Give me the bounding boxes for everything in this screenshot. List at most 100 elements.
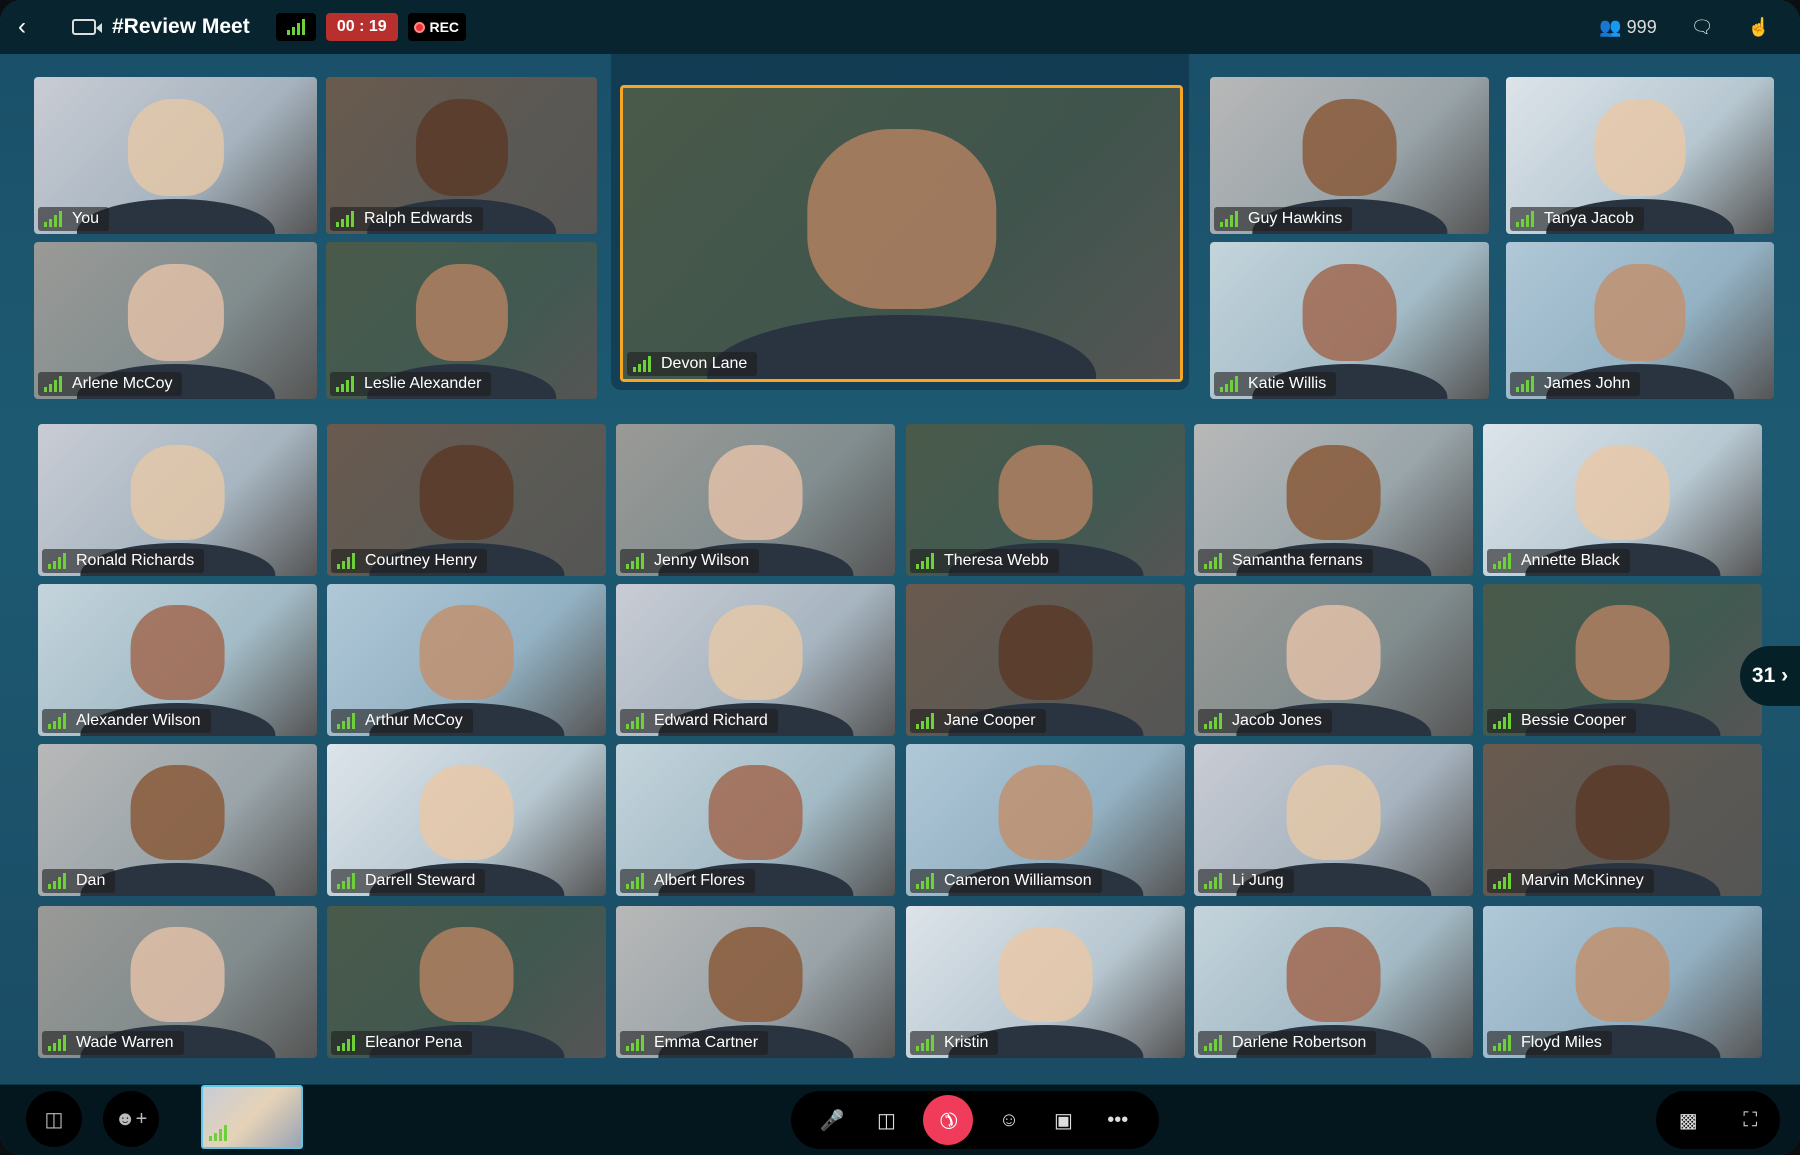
signal-icon <box>48 713 66 729</box>
add-participant-icon[interactable]: ☻+ <box>103 1091 159 1147</box>
name-label: Ralph Edwards <box>330 207 483 231</box>
participant-tile[interactable]: You <box>34 77 317 234</box>
participant-tile[interactable]: Darrell Steward <box>327 744 606 896</box>
participant-video <box>415 263 508 362</box>
participant-tile[interactable]: Floyd Miles <box>1483 906 1762 1058</box>
name-label: Darrell Steward <box>331 869 486 893</box>
participant-tile[interactable]: Katie Willis <box>1210 242 1489 399</box>
next-page-button[interactable]: 31 › <box>1740 646 1800 706</box>
participant-video <box>1286 605 1381 700</box>
screen-share-icon[interactable]: ▣ <box>1045 1108 1081 1133</box>
participant-tile[interactable]: Jenny Wilson <box>616 424 895 576</box>
back-arrow-icon[interactable]: ‹ <box>18 13 48 41</box>
signal-icon <box>1220 211 1238 227</box>
name-label: Dan <box>42 869 116 893</box>
participant-tile[interactable]: Emma Cartner <box>616 906 895 1058</box>
participant-tile[interactable]: Tanya Jacob <box>1506 77 1774 234</box>
name-label: Li Jung <box>1198 869 1294 893</box>
participant-video <box>419 445 514 540</box>
participant-tile[interactable]: Darlene Robertson <box>1194 906 1473 1058</box>
signal-icon <box>916 713 934 729</box>
raise-hand-icon[interactable]: ☝ <box>1748 17 1770 38</box>
participant-tile[interactable]: Kristin <box>906 906 1185 1058</box>
participant-name: Leslie Alexander <box>364 375 482 392</box>
fullscreen-icon[interactable]: ⛶ <box>1743 1109 1757 1132</box>
participant-tile[interactable]: Edward Richard <box>616 584 895 736</box>
participant-name: James John <box>1544 375 1631 392</box>
participant-tile[interactable]: Alexander Wilson <box>38 584 317 736</box>
participant-tile[interactable]: Jane Cooper <box>906 584 1185 736</box>
participant-name: Jacob Jones <box>1232 712 1322 729</box>
remaining-count: 31 <box>1751 664 1776 687</box>
participants-button[interactable]: 👥 999 <box>1599 17 1656 38</box>
chat-icon[interactable]: 🗨 <box>1691 17 1714 38</box>
signal-icon <box>626 553 644 569</box>
featured-video-tile[interactable]: Devon Lane <box>620 85 1183 382</box>
participant-name: Dan <box>76 872 106 889</box>
name-label: Ronald Richards <box>42 549 205 573</box>
participant-video <box>127 263 224 362</box>
participant-tile[interactable]: Samantha fernans <box>1194 424 1473 576</box>
name-label: Alexander Wilson <box>42 709 211 733</box>
top-bar: ‹ #Review Meet 00 : 19 REC 👥 999 🗨 ☝ <box>0 0 1800 54</box>
view-controls: ▩ ⛶ <box>1656 1091 1780 1149</box>
participant-name: Ralph Edwards <box>364 210 473 227</box>
participant-video <box>998 605 1093 700</box>
record-icon <box>414 21 426 33</box>
participant-tile[interactable]: Courtney Henry <box>327 424 606 576</box>
signal-icon <box>337 1035 355 1051</box>
participant-tile[interactable]: Cameron Williamson <box>906 744 1185 896</box>
name-label: Floyd Miles <box>1487 1031 1612 1055</box>
participant-video <box>1575 927 1670 1022</box>
video-camera-icon[interactable]: ◫ <box>868 1108 904 1133</box>
name-label: Guy Hawkins <box>1214 207 1353 231</box>
participant-tile[interactable]: Bessie Cooper <box>1483 584 1762 736</box>
signal-icon <box>48 553 66 569</box>
name-label: Cameron Williamson <box>910 869 1102 893</box>
participant-name: Annette Black <box>1521 552 1620 569</box>
participant-name: Ronald Richards <box>76 552 195 569</box>
participant-tile[interactable]: Arthur McCoy <box>327 584 606 736</box>
participant-tile[interactable]: Eleanor Pena <box>327 906 606 1058</box>
participant-video <box>706 314 1097 379</box>
participant-tile[interactable]: Arlene McCoy <box>34 242 317 399</box>
signal-icon <box>1220 376 1238 392</box>
participant-name: Cameron Williamson <box>944 872 1092 889</box>
participant-tile[interactable]: Jacob Jones <box>1194 584 1473 736</box>
layout-icon[interactable]: ◫ <box>26 1091 82 1147</box>
more-icon[interactable]: ••• <box>1100 1109 1136 1132</box>
end-call-button[interactable]: ✆ <box>912 1084 984 1155</box>
participant-tile[interactable]: Annette Black <box>1483 424 1762 576</box>
signal-icon <box>44 376 62 392</box>
self-view-thumbnail[interactable] <box>201 1085 303 1149</box>
name-label: Wade Warren <box>42 1031 184 1055</box>
picture-in-picture-icon[interactable]: ▩ <box>1679 1108 1698 1133</box>
participant-tile[interactable]: Albert Flores <box>616 744 895 896</box>
participant-tile[interactable]: Dan <box>38 744 317 896</box>
participant-video <box>1286 765 1381 860</box>
participant-video <box>419 765 514 860</box>
participant-tile[interactable]: Ronald Richards <box>38 424 317 576</box>
participant-tile[interactable]: Theresa Webb <box>906 424 1185 576</box>
participant-tile[interactable]: Guy Hawkins <box>1210 77 1489 234</box>
emoji-icon[interactable]: ☺ <box>991 1109 1027 1132</box>
participant-video <box>1575 605 1670 700</box>
participant-tile[interactable]: Marvin McKinney <box>1483 744 1762 896</box>
participant-count: 999 <box>1626 16 1657 37</box>
name-label: Albert Flores <box>620 869 755 893</box>
participant-name: Bessie Cooper <box>1521 712 1626 729</box>
signal-icon <box>1204 873 1222 889</box>
signal-icon <box>633 356 651 372</box>
participant-video <box>1286 927 1381 1022</box>
name-label: Marvin McKinney <box>1487 869 1654 893</box>
participant-tile[interactable]: James John <box>1506 242 1774 399</box>
participant-tile[interactable]: Ralph Edwards <box>326 77 597 234</box>
name-label: Samantha fernans <box>1198 549 1373 573</box>
participant-tile[interactable]: Li Jung <box>1194 744 1473 896</box>
participant-name: Eleanor Pena <box>365 1034 462 1051</box>
microphone-icon[interactable]: 🎤 <box>814 1108 850 1133</box>
participant-tile[interactable]: Wade Warren <box>38 906 317 1058</box>
participant-tile[interactable]: Leslie Alexander <box>326 242 597 399</box>
participant-video <box>998 445 1093 540</box>
participant-name: Tanya Jacob <box>1544 210 1634 227</box>
